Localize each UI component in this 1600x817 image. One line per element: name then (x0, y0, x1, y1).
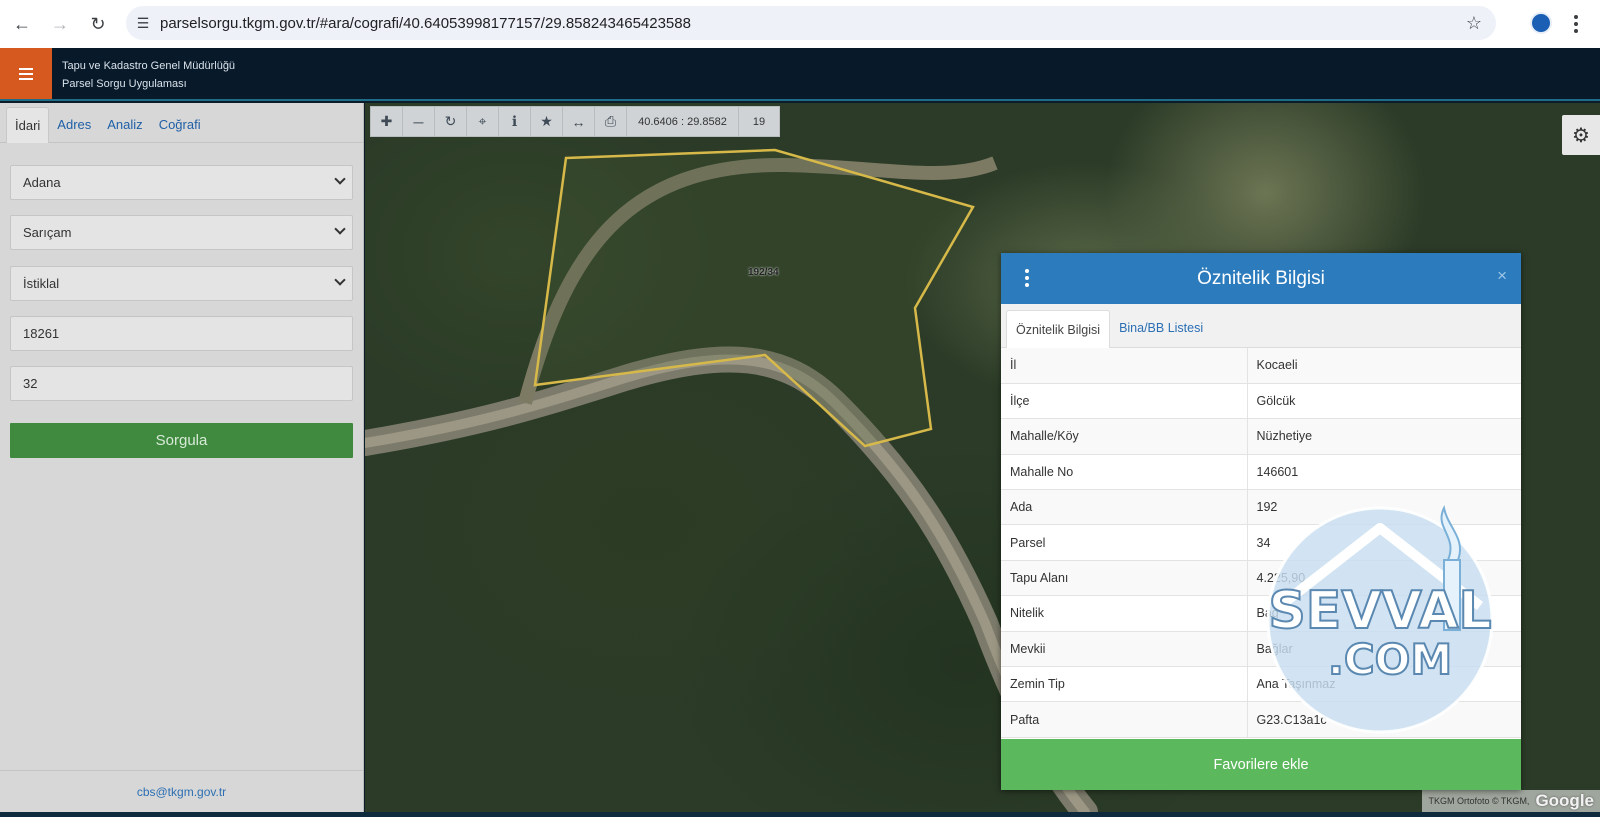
table-row: Mahalle/Köy Nüzhetiye (1001, 418, 1521, 455)
table-row: İl Kocaeli (1001, 348, 1521, 384)
hamburger-menu-icon[interactable] (0, 48, 52, 99)
query-tabs: İdari Adres Analiz Coğrafi (0, 103, 363, 143)
attribute-key: Ada (1001, 489, 1248, 526)
contact-email-link[interactable]: cbs@tkgm.gov.tr (0, 770, 363, 812)
site-settings-icon[interactable]: ☰ (126, 15, 160, 32)
app-title-line2: Parsel Sorgu Uygulaması (62, 78, 187, 90)
road (365, 346, 1098, 812)
address-bar[interactable]: ☰ parselsorgu.tkgm.gov.tr/#ara/cografi/4… (126, 6, 1496, 40)
chevron-down-icon (334, 173, 346, 185)
add-favorite-button[interactable]: Favorilere ekle (1001, 739, 1521, 790)
app-title-line1: Tapu ve Kadastro Genel Müdürlüğü (62, 60, 236, 72)
district-select[interactable]: Sarıçam (10, 215, 353, 250)
map-attribution: TKGM Ortofoto © TKGM, Google (1422, 790, 1600, 812)
reload-icon[interactable]: ↻ (80, 6, 116, 42)
neighborhood-select[interactable]: İstiklal (10, 266, 353, 301)
attribute-key: Nitelik (1001, 595, 1248, 632)
watermark-line2: .COM (1328, 635, 1452, 684)
parcel-label: 192/34 (748, 267, 779, 278)
refresh-icon[interactable]: ↻ (435, 107, 467, 136)
url-text[interactable]: parselsorgu.tkgm.gov.tr/#ara/cografi/40.… (160, 15, 691, 32)
parcel-boundary[interactable] (533, 148, 975, 448)
province-select[interactable]: Adana (10, 165, 353, 200)
attribute-value: Kocaeli (1247, 348, 1521, 384)
tab-cografi[interactable]: Coğrafi (151, 107, 209, 143)
gear-icon[interactable]: ⚙ (1562, 115, 1600, 155)
taskbar-strip (0, 812, 1600, 817)
parcel-number-input[interactable]: 32 (10, 366, 353, 401)
attribute-key: Mahalle No (1001, 454, 1248, 491)
tab-building-list[interactable]: Bina/BB Listesi (1110, 309, 1212, 347)
attribute-key: Mahalle/Köy (1001, 418, 1248, 455)
coordinate-readout: 40.6406 : 29.8582 (627, 107, 739, 136)
attribute-key: Parsel (1001, 524, 1248, 561)
query-button[interactable]: Sorgula (10, 423, 353, 458)
block-number-value: 18261 (23, 326, 60, 341)
tab-idari[interactable]: İdari (6, 107, 50, 143)
watermark-line1: SEVVAL (1268, 581, 1491, 641)
tab-attribute-info[interactable]: Öznitelik Bilgisi (1006, 310, 1111, 348)
profile-avatar[interactable] (1530, 12, 1552, 34)
kebab-menu-icon[interactable] (1025, 269, 1029, 287)
panel-title: Öznitelik Bilgisi (1197, 267, 1325, 289)
bookmark-star-icon[interactable]: ☆ (1466, 13, 1482, 34)
province-value: Adana (23, 175, 61, 190)
map-toolbar: ✚ ─ ↻ ⌖ ℹ ★ ↔ ⎙ 40.6406 : 29.8582 19 (370, 106, 780, 137)
info-icon[interactable]: ℹ (499, 107, 531, 136)
block-number-input[interactable]: 18261 (10, 316, 353, 351)
table-row: Mahalle No 146601 (1001, 454, 1521, 491)
attribute-key: Mevkii (1001, 631, 1248, 668)
print-icon[interactable]: ⎙ (595, 107, 627, 136)
locate-icon[interactable]: ⌖ (467, 107, 499, 136)
attribute-value: Gölcük (1247, 383, 1521, 420)
attribute-key: Pafta (1001, 701, 1248, 738)
tab-analiz[interactable]: Analiz (99, 107, 150, 143)
chevron-down-icon (334, 223, 346, 235)
watermark-logo: SEVVAL .COM (1266, 504, 1494, 734)
attribute-value: 146601 (1247, 454, 1521, 491)
google-logo: Google (1535, 791, 1594, 810)
close-icon[interactable]: × (1497, 266, 1507, 286)
attribute-key: Zemin Tip (1001, 666, 1248, 703)
district-value: Sarıçam (23, 225, 72, 240)
attribute-key: Tapu Alanı (1001, 560, 1248, 597)
attribute-value: Nüzhetiye (1247, 418, 1521, 455)
panel-tabs: Öznitelik Bilgisi Bina/BB Listesi (1001, 304, 1521, 348)
browser-menu-icon[interactable] (1564, 12, 1588, 36)
zoom-in-icon[interactable]: ✚ (371, 107, 403, 136)
attribute-key: İl (1001, 348, 1248, 384)
table-row: İlçe Gölcük (1001, 383, 1521, 420)
favorite-star-icon[interactable]: ★ (531, 107, 563, 136)
query-sidebar: İdari Adres Analiz Coğrafi Adana Sarıçam… (0, 103, 364, 812)
tab-adres[interactable]: Adres (49, 107, 99, 143)
neighborhood-value: İstiklal (23, 276, 60, 291)
forward-icon[interactable]: → (42, 6, 78, 42)
zoom-out-icon[interactable]: ─ (403, 107, 435, 136)
attribute-key: İlçe (1001, 383, 1248, 420)
measure-icon[interactable]: ↔ (563, 107, 595, 136)
attribution-text: TKGM Ortofoto © TKGM, (1428, 796, 1530, 806)
zoom-level: 19 (752, 115, 766, 128)
chevron-down-icon (334, 274, 346, 286)
back-icon[interactable]: ← (4, 6, 40, 42)
app-header: Tapu ve Kadastro Genel Müdürlüğü Parsel … (0, 48, 1600, 101)
app-title: Tapu ve Kadastro Genel Müdürlüğü Parsel … (62, 57, 235, 93)
panel-header: Öznitelik Bilgisi × (1001, 253, 1521, 304)
browser-toolbar: ← → ↻ ☰ parselsorgu.tkgm.gov.tr/#ara/cog… (0, 0, 1600, 48)
parcel-number-value: 32 (23, 376, 38, 391)
